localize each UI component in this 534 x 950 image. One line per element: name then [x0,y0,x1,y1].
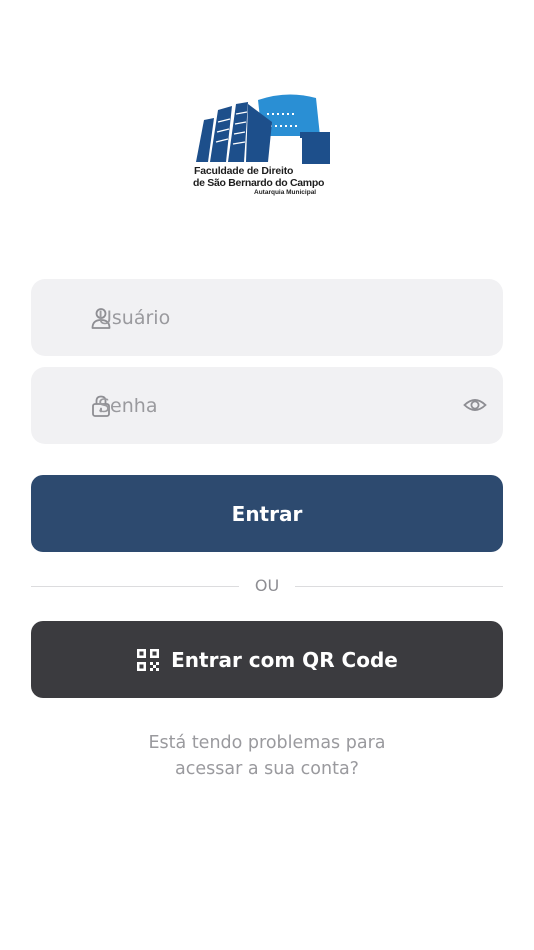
help-line1: Está tendo problemas para [148,733,386,753]
login-button[interactable]: Entrar [31,475,503,552]
qr-code-icon [137,648,160,671]
help-link[interactable]: Está tendo problemas para acessar a sua … [100,730,434,782]
username-input[interactable] [98,279,438,356]
username-field[interactable] [31,279,503,356]
password-input[interactable] [98,367,438,444]
qr-login-button-label: Entrar com QR Code [171,647,398,672]
building-logo-icon [196,94,330,164]
logo-subtitle: Autarquia Municipal [254,189,317,196]
login-button-label: Entrar [231,501,303,526]
divider-text: OU [254,576,280,595]
password-field[interactable] [31,367,503,444]
logo-title-line2: de São Bernardo do Campo [193,177,325,189]
qr-login-button[interactable]: Entrar com QR Code [31,621,503,698]
help-line2: acessar a sua conta? [175,759,359,779]
divider-left [31,586,239,587]
eye-icon[interactable] [463,393,487,417]
institution-logo: Faculdade de Direito de São Bernardo do … [192,92,334,200]
logo-title-line1: Faculdade de Direito [194,165,294,177]
divider-right [295,586,503,587]
